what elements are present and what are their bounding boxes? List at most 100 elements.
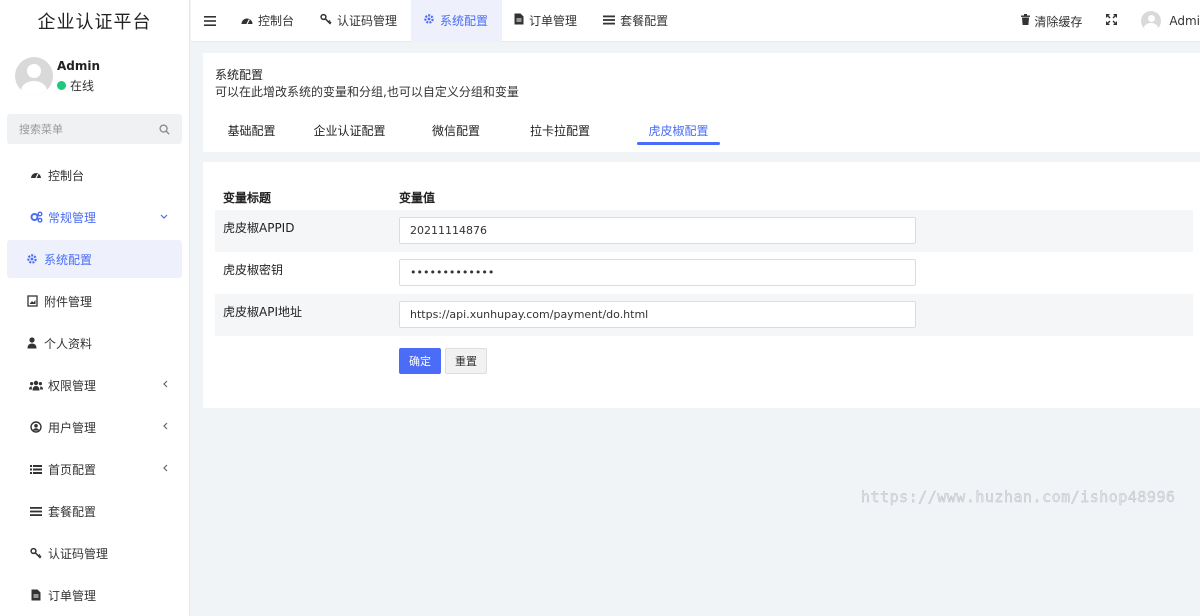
list-icon [29, 462, 43, 476]
brand-title: 企业认证平台 [37, 12, 152, 33]
sidebar-item-label: 个人资料 [44, 336, 93, 351]
chevron-left-icon [162, 422, 168, 433]
expand-icon [1106, 13, 1118, 28]
group-icon [29, 378, 43, 392]
search-icon[interactable] [159, 123, 170, 135]
user-status: 在线 [57, 77, 100, 94]
sidebar-item-permissions[interactable]: 权限管理 [7, 366, 182, 404]
sidebar-item-home-config[interactable]: 首页配置 [7, 450, 182, 488]
sidebar-item-orders[interactable]: 订单管理 [7, 576, 182, 614]
table-row: 虎皮椒密钥 [215, 252, 1193, 294]
user-name: Admin [57, 58, 101, 73]
tab-auth-code[interactable]: 认证码管理 [308, 0, 411, 42]
chevron-left-icon [162, 380, 168, 391]
form-actions: 确定 重置 [399, 348, 487, 374]
sidebar-item-package-config[interactable]: 套餐配置 [7, 492, 182, 530]
sidebar-item-label: 用户管理 [48, 420, 97, 435]
sidebar-item-profile[interactable]: 个人资料 [7, 324, 182, 362]
trash-icon [1021, 14, 1031, 28]
chevron-down-icon [160, 212, 168, 223]
table-header: 变量标题 变量值 [215, 184, 1193, 210]
sidebar-item-system-config[interactable]: 系统配置 [7, 240, 182, 278]
user-panel: Admin 在线 [0, 48, 189, 104]
reset-button[interactable]: 重置 [445, 348, 487, 374]
column-header-value: 变量值 [399, 190, 436, 205]
top-user-name: Admi [1169, 14, 1200, 28]
user-circle-icon [29, 420, 43, 434]
user-menu[interactable]: Admi [1129, 0, 1200, 42]
list-lines-icon [29, 504, 43, 518]
dashboard-icon [29, 168, 43, 182]
page-description: 可以在此增改系统的变量和分组,也可以自定义分组和变量 [215, 85, 519, 99]
config-table: 变量标题 变量值 虎皮椒APPID 虎皮椒密钥 虎皮椒API地址 [215, 184, 1193, 336]
file-icon [29, 588, 43, 602]
user-status-text: 在线 [70, 78, 95, 93]
watermark-text: https://www.huzhan.com/ishop48996 [861, 488, 1176, 506]
submit-button[interactable]: 确定 [399, 348, 441, 374]
config-form-panel: 变量标题 变量值 虎皮椒APPID 虎皮椒密钥 虎皮椒API地址 确定 重置 [203, 162, 1200, 408]
sidebar-item-label: 订单管理 [48, 588, 97, 603]
menu-search-input[interactable] [19, 122, 139, 136]
key-icon [320, 13, 332, 28]
avatar [15, 57, 53, 95]
row-label: 虎皮椒API地址 [223, 305, 302, 319]
top-right-actions: 清除缓存 Admi [1009, 0, 1200, 42]
clear-cache-label: 清除缓存 [1034, 14, 1083, 29]
tab-enterprise-auth-config[interactable]: 企业认证配置 [288, 115, 411, 145]
sidebar-item-label: 认证码管理 [48, 546, 109, 561]
fullscreen-button[interactable] [1094, 0, 1129, 42]
tab-orders[interactable]: 订单管理 [502, 0, 591, 42]
gear-icon [423, 13, 435, 28]
file-icon [514, 13, 524, 28]
sidebar-menu: 控制台 常规管理 系统配置 附件管理 个人资料 权限管理 用户管理 首页配置 套… [0, 156, 189, 614]
sidebar-item-label: 常规管理 [48, 210, 97, 225]
gear-icon [25, 252, 39, 266]
cogs-icon [29, 210, 43, 224]
sidebar-item-auth-code[interactable]: 认证码管理 [7, 534, 182, 572]
tab-lakala-config[interactable]: 拉卡拉配置 [501, 115, 619, 145]
sidebar-item-label: 附件管理 [44, 294, 93, 309]
table-row: 虎皮椒API地址 [215, 294, 1193, 336]
sidebar-item-label: 首页配置 [48, 462, 97, 477]
sidebar-item-label: 套餐配置 [48, 504, 97, 519]
tab-system-config[interactable]: 系统配置 [411, 0, 503, 42]
tab-dashboard[interactable]: 控制台 [229, 0, 308, 42]
tab-label: 订单管理 [529, 14, 578, 28]
tab-label: 认证码管理 [337, 14, 398, 28]
online-dot-icon [57, 80, 66, 90]
top-nav: 控制台 认证码管理 系统配置 订单管理 套餐配置 清除缓存 Admi [191, 0, 1200, 42]
tab-wechat-config[interactable]: 微信配置 [411, 115, 501, 145]
image-file-icon [25, 294, 39, 308]
key-icon [29, 546, 43, 560]
api-url-input[interactable] [399, 301, 916, 328]
sidebar-item-general[interactable]: 常规管理 [7, 198, 182, 236]
sidebar: 企业认证平台 Admin 在线 控制台 常规管理 [0, 0, 190, 616]
tab-label: 套餐配置 [620, 14, 669, 28]
user-icon [25, 336, 39, 350]
tab-label: 系统配置 [440, 14, 489, 28]
chevron-left-icon [162, 464, 168, 475]
list-lines-icon [603, 14, 616, 28]
sidebar-item-users[interactable]: 用户管理 [7, 408, 182, 446]
clear-cache-button[interactable]: 清除缓存 [1009, 0, 1094, 42]
sidebar-item-label: 控制台 [48, 168, 85, 183]
tab-basic-config[interactable]: 基础配置 [215, 115, 288, 145]
appid-input[interactable] [399, 217, 916, 244]
secret-key-input[interactable] [399, 259, 916, 286]
menu-search [7, 114, 182, 144]
sidebar-item-attachments[interactable]: 附件管理 [7, 282, 182, 320]
hamburger-icon[interactable] [191, 0, 229, 42]
tab-label: 控制台 [258, 14, 295, 28]
column-header-title: 变量标题 [223, 190, 272, 205]
config-tabs: 基础配置 企业认证配置 微信配置 拉卡拉配置 虎皮椒配置 [215, 115, 720, 145]
sidebar-item-label: 权限管理 [48, 378, 97, 393]
sidebar-item-label: 系统配置 [44, 252, 93, 267]
row-label: 虎皮椒APPID [223, 221, 295, 235]
dashboard-icon [241, 14, 253, 28]
tab-package-config[interactable]: 套餐配置 [591, 0, 682, 42]
sidebar-item-dashboard[interactable]: 控制台 [7, 156, 182, 194]
page-title: 系统配置 [215, 68, 264, 82]
tab-hupijiao-config[interactable]: 虎皮椒配置 [637, 115, 720, 145]
table-row: 虎皮椒APPID [215, 210, 1193, 252]
config-panel-header: 系统配置 可以在此增改系统的变量和分组,也可以自定义分组和变量 基础配置 企业认… [203, 53, 1200, 152]
